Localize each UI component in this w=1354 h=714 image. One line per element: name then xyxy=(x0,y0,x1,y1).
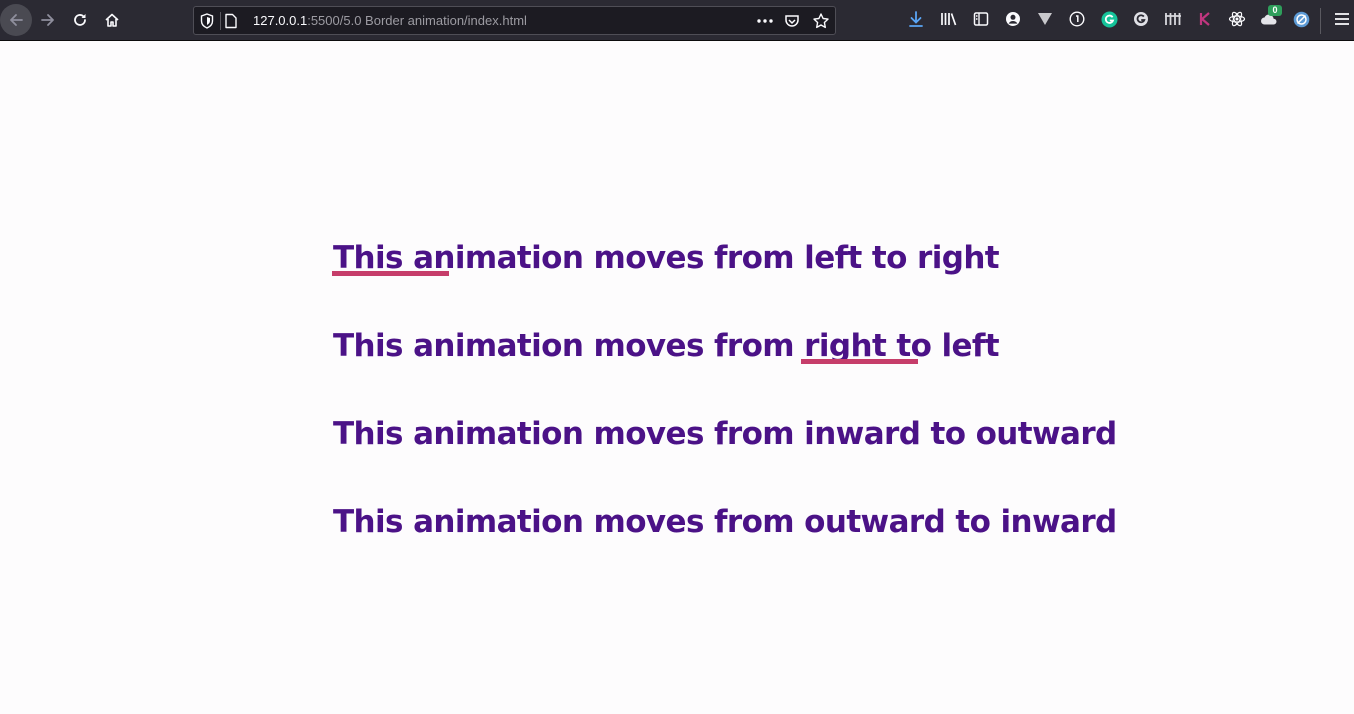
more-dots-icon[interactable] xyxy=(756,13,774,29)
react-devtools-extension[interactable] xyxy=(1228,10,1246,28)
library-icon xyxy=(941,13,957,26)
bookmark-star-icon[interactable] xyxy=(812,12,830,30)
forward-button[interactable] xyxy=(32,4,64,36)
toolbar-divider xyxy=(1320,8,1321,34)
url-bar[interactable]: 127.0.0.1:5500/5.0 Border animation/inde… xyxy=(193,6,836,35)
globe-icon xyxy=(1293,11,1309,27)
back-icon xyxy=(10,14,23,26)
react-icon xyxy=(1228,11,1246,27)
browser-toolbar: 127.0.0.1:5500/5.0 Border animation/inde… xyxy=(0,0,1354,41)
forward-icon xyxy=(41,14,54,26)
downloads-button[interactable] xyxy=(907,10,925,28)
reload-icon xyxy=(74,14,86,26)
bars-extension[interactable] xyxy=(1164,10,1182,28)
extension-badge: 0 xyxy=(1268,5,1282,16)
animation-line-inward-to-outward[interactable]: This animation moves from inward to outw… xyxy=(333,414,1117,454)
vivaldi-icon xyxy=(1038,13,1052,25)
url-separator xyxy=(220,12,221,30)
sidebar-button[interactable] xyxy=(972,10,990,28)
onepassword-icon xyxy=(1069,11,1085,27)
home-button[interactable] xyxy=(96,4,128,36)
menu-button[interactable] xyxy=(1333,10,1351,28)
hamburger-menu-icon xyxy=(1335,13,1349,25)
vivaldi-extension[interactable] xyxy=(1036,10,1054,28)
download-icon xyxy=(909,11,923,27)
k-icon xyxy=(1199,12,1210,26)
grammarly-icon xyxy=(1101,11,1117,27)
k-extension[interactable] xyxy=(1196,10,1214,28)
bars-icon xyxy=(1165,13,1181,25)
url-text[interactable]: 127.0.0.1:5500/5.0 Border animation/inde… xyxy=(253,13,527,29)
animation-line-outward-to-inward[interactable]: This animation moves from outward to inw… xyxy=(333,502,1117,542)
url-host: 127.0.0.1 xyxy=(253,13,308,28)
reload-button[interactable] xyxy=(64,4,96,36)
globe-extension[interactable] xyxy=(1292,10,1310,28)
home-icon xyxy=(105,13,119,27)
onepassword-extension[interactable] xyxy=(1068,10,1086,28)
underline-right-to-left xyxy=(801,359,918,364)
account-icon xyxy=(1006,12,1020,26)
gravatar-extension[interactable] xyxy=(1132,10,1150,28)
shield-icon[interactable] xyxy=(200,13,214,29)
url-path: :5500/5.0 Border animation/index.html xyxy=(307,13,527,28)
pocket-icon[interactable] xyxy=(784,13,800,29)
back-button[interactable] xyxy=(0,4,32,36)
grammarly-extension[interactable] xyxy=(1100,10,1118,28)
gravatar-icon xyxy=(1134,12,1148,26)
underline-left-to-right xyxy=(332,271,449,276)
library-button[interactable] xyxy=(940,10,958,28)
sidebar-icon xyxy=(973,12,989,26)
page-icon[interactable] xyxy=(224,13,238,29)
account-button[interactable] xyxy=(1004,10,1022,28)
